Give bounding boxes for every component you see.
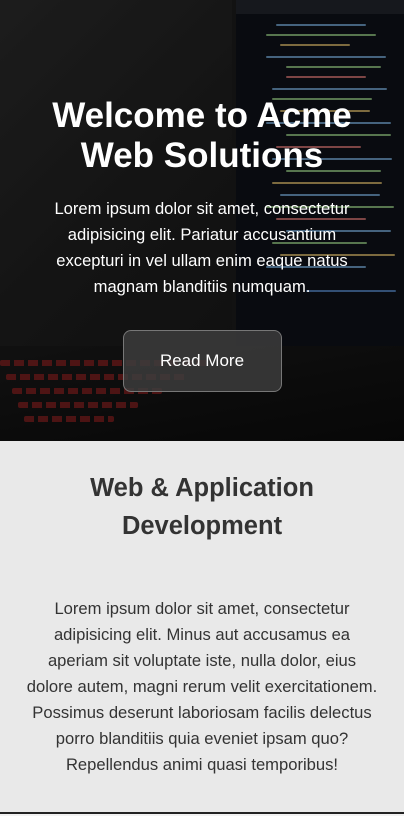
section-divider bbox=[0, 812, 404, 816]
section-title: Web & Application Development bbox=[90, 474, 314, 540]
read-more-button[interactable]: Read More bbox=[122, 330, 282, 392]
hero-content: Welcome to Acme Web Solutions Lorem ipsu… bbox=[0, 0, 404, 392]
hero-section: Welcome to Acme Web Solutions Lorem ipsu… bbox=[0, 0, 404, 441]
services-section: Web & Application Development Lorem ipsu… bbox=[0, 441, 404, 778]
section-text: Lorem ipsum dolor sit amet, consectetur … bbox=[26, 599, 378, 774]
hero-text: Lorem ipsum dolor sit amet, consectetur … bbox=[54, 199, 350, 296]
hero-title: Welcome to Acme Web Solutions bbox=[52, 96, 352, 175]
